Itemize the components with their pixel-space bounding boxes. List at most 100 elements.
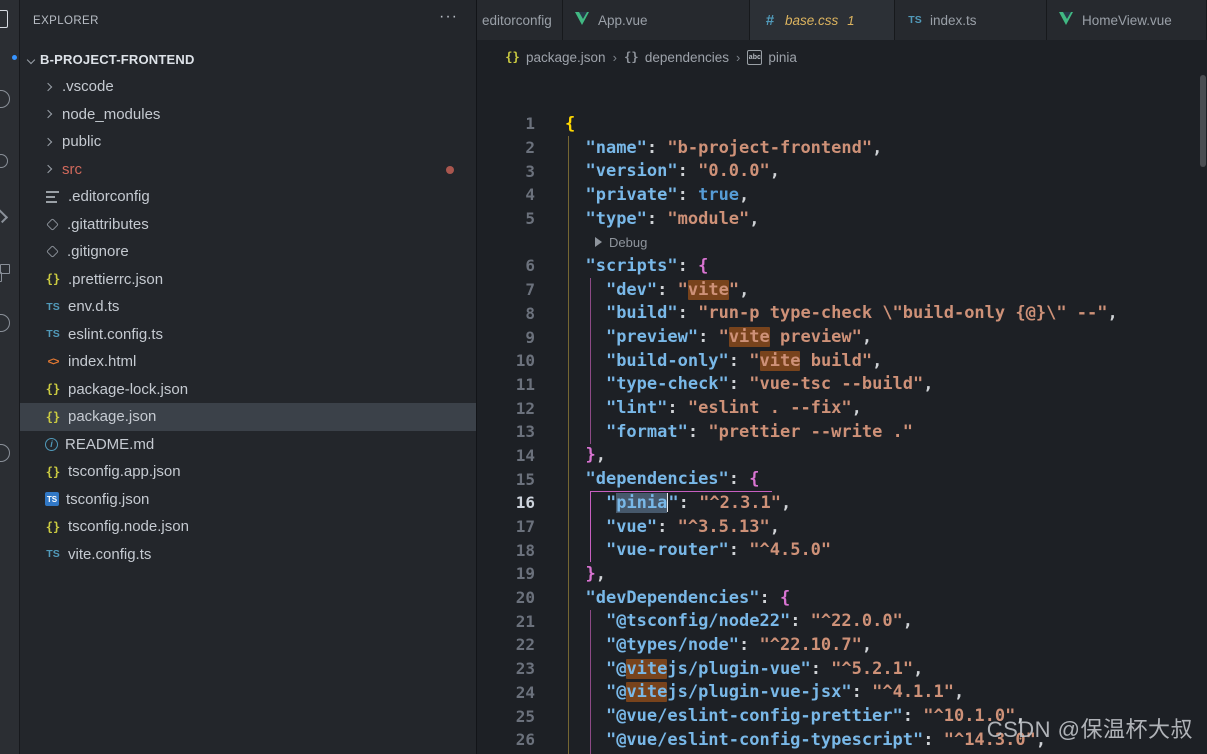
tab-app-vue[interactable]: App.vue: [563, 0, 750, 40]
line-number[interactable]: 13: [477, 422, 537, 441]
code-line[interactable]: 3 "version": "0.0.0",: [477, 159, 1207, 183]
codelens-debug-link[interactable]: Debug: [609, 235, 647, 250]
source-control-icon[interactable]: [0, 150, 12, 172]
line-number[interactable]: 22: [477, 635, 537, 654]
line-number[interactable]: 26: [477, 730, 537, 749]
code-line[interactable]: 22 "@types/node": "^22.10.7",: [477, 633, 1207, 657]
code-token: ,: [770, 517, 780, 537]
more-actions-icon[interactable]: ···: [439, 8, 458, 26]
breadcrumb-item-pinia[interactable]: pinia: [747, 50, 797, 65]
sidebar-item-prettierrc-json[interactable]: .prettierrc.json: [20, 266, 476, 294]
sidebar-item-tsconfig-node-json[interactable]: tsconfig.node.json: [20, 513, 476, 541]
sidebar-item-index-html[interactable]: index.html: [20, 348, 476, 376]
line-number[interactable]: 8: [477, 304, 537, 323]
line-number[interactable]: 18: [477, 541, 537, 560]
line-number[interactable]: 9: [477, 328, 537, 347]
code-line[interactable]: 13 "format": "prettier --write .": [477, 420, 1207, 444]
code-line[interactable]: 2 "name": "b-project-frontend",: [477, 136, 1207, 160]
sidebar-item-readme-md[interactable]: README.md: [20, 431, 476, 459]
sidebar-item-package-json[interactable]: package.json: [20, 403, 476, 431]
tab-base-css[interactable]: base.css1: [750, 0, 895, 40]
code-line[interactable]: 7 "dev": "vite",: [477, 278, 1207, 302]
tab-homeview-vue[interactable]: HomeView.vue: [1047, 0, 1207, 40]
code-line[interactable]: 5 "type": "module",: [477, 207, 1207, 231]
code-line[interactable]: 24 "@vitejs/plugin-vue-jsx": "^4.1.1",: [477, 681, 1207, 705]
code-token: "^22.10.7": [760, 635, 862, 655]
sidebar-root-folder[interactable]: B-PROJECT-FRONTEND: [20, 46, 476, 73]
line-number[interactable]: 15: [477, 470, 537, 489]
sidebar-item-src[interactable]: src: [20, 156, 476, 184]
json-icon: [45, 464, 61, 480]
code-token: }: [585, 564, 595, 584]
search-icon[interactable]: [0, 88, 12, 110]
line-number[interactable]: 25: [477, 707, 537, 726]
line-number[interactable]: 17: [477, 517, 537, 536]
settings-icon[interactable]: [0, 442, 12, 464]
code-token: :: [647, 138, 667, 158]
tab-editorconfig[interactable]: editorconfig: [477, 0, 563, 40]
line-number[interactable]: 16: [477, 493, 537, 512]
line-number[interactable]: 10: [477, 351, 537, 370]
sidebar-item-eslint-config-ts[interactable]: eslint.config.ts: [20, 321, 476, 349]
files-icon[interactable]: [0, 8, 12, 30]
code-token: "^4.1.1": [872, 682, 954, 702]
sidebar-item-vite-config-ts[interactable]: vite.config.ts: [20, 541, 476, 569]
code-line[interactable]: 1{: [477, 112, 1207, 136]
line-number[interactable]: 21: [477, 612, 537, 631]
extensions-icon[interactable]: [0, 262, 12, 284]
item-label: README.md: [65, 436, 154, 453]
line-number[interactable]: 7: [477, 280, 537, 299]
sidebar-item-node-modules[interactable]: node_modules: [20, 101, 476, 129]
sidebar-item-public[interactable]: public: [20, 128, 476, 156]
line-number[interactable]: 5: [477, 209, 537, 228]
code-line[interactable]: 14 },: [477, 444, 1207, 468]
sidebar-item-editorconfig[interactable]: .editorconfig: [20, 183, 476, 211]
code-line[interactable]: 18 "vue-router": "^4.5.0": [477, 538, 1207, 562]
tab-index-ts[interactable]: index.ts: [895, 0, 1047, 40]
line-number[interactable]: 6: [477, 256, 537, 275]
sidebar-item-tsconfig-json[interactable]: tsconfig.json: [20, 486, 476, 514]
code-line[interactable]: 10 "build-only": "vite build",: [477, 349, 1207, 373]
code-line[interactable]: 9 "preview": "vite preview",: [477, 325, 1207, 349]
code-line[interactable]: 16 "pinia": "^2.3.1",: [477, 491, 1207, 515]
code-line[interactable]: 21 "@tsconfig/node22": "^22.0.0",: [477, 609, 1207, 633]
line-number[interactable]: 24: [477, 683, 537, 702]
line-number[interactable]: 3: [477, 162, 537, 181]
sidebar-item-env-d-ts[interactable]: env.d.ts: [20, 293, 476, 321]
sidebar-item-tsconfig-app-json[interactable]: tsconfig.app.json: [20, 458, 476, 486]
code-text: "format": "prettier --write .": [565, 422, 913, 442]
code-line[interactable]: 4 "private": true,: [477, 183, 1207, 207]
line-number[interactable]: 11: [477, 375, 537, 394]
sidebar-item-package-lock-json[interactable]: package-lock.json: [20, 376, 476, 404]
line-number[interactable]: 23: [477, 659, 537, 678]
code-line[interactable]: 15 "dependencies": {: [477, 467, 1207, 491]
sidebar-item-gitignore[interactable]: .gitignore: [20, 238, 476, 266]
code-line[interactable]: 17 "vue": "^3.5.13",: [477, 515, 1207, 539]
account-icon[interactable]: [0, 312, 12, 334]
line-number[interactable]: 12: [477, 399, 537, 418]
line-number[interactable]: 20: [477, 588, 537, 607]
code-line[interactable]: 20 "devDependencies": {: [477, 586, 1207, 610]
code-line[interactable]: 6 "scripts": {: [477, 254, 1207, 278]
line-number[interactable]: 2: [477, 138, 537, 157]
code-line[interactable]: 12 "lint": "eslint . --fix",: [477, 396, 1207, 420]
line-number[interactable]: 19: [477, 564, 537, 583]
code-token: [565, 611, 606, 631]
run-debug-icon[interactable]: [0, 205, 12, 227]
breadcrumb-item-package-json[interactable]: package.json: [505, 50, 606, 65]
code-line[interactable]: 26 "@vue/eslint-config-typescript": "^14…: [477, 728, 1207, 752]
code-line[interactable]: 8 "build": "run-p type-check \"build-onl…: [477, 302, 1207, 326]
sidebar-item-vscode[interactable]: .vscode: [20, 73, 476, 101]
code-line[interactable]: 25 "@vue/eslint-config-prettier": "^10.1…: [477, 704, 1207, 728]
git-icon: [46, 218, 59, 231]
line-number[interactable]: 14: [477, 446, 537, 465]
code-line[interactable]: 23 "@vitejs/plugin-vue": "^5.2.1",: [477, 657, 1207, 681]
code-line[interactable]: 11 "type-check": "vue-tsc --build",: [477, 373, 1207, 397]
breadcrumb-item-dependencies[interactable]: dependencies: [624, 50, 729, 65]
code-text: "scripts": {: [565, 256, 708, 276]
sidebar-item-gitattributes[interactable]: .gitattributes: [20, 211, 476, 239]
code-line[interactable]: 19 },: [477, 562, 1207, 586]
vertical-scrollbar[interactable]: [1200, 75, 1206, 167]
line-number[interactable]: 1: [477, 114, 537, 133]
line-number[interactable]: 4: [477, 185, 537, 204]
